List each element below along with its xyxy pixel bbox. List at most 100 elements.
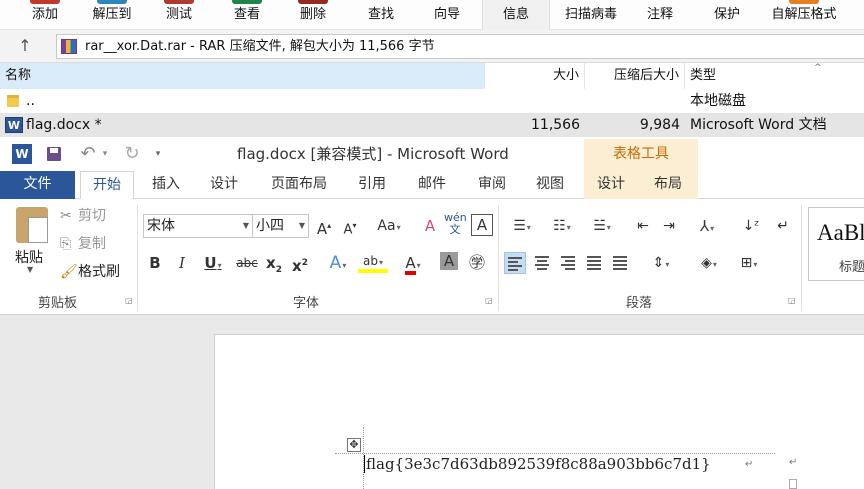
character-border-icon[interactable]: A (471, 214, 493, 236)
tab-design[interactable]: 设计 (200, 171, 248, 199)
rar-sfx-button[interactable]: 自解压格式 (764, 0, 844, 30)
format-painter-button[interactable]: 🖌格式刷 (60, 262, 120, 282)
undo-icon[interactable]: ↶ (78, 144, 98, 164)
rar-extract-button[interactable]: 解压到 (86, 0, 138, 30)
rar-view-button[interactable]: 查看 (224, 0, 270, 30)
table-tools-context-label: 表格工具 (584, 139, 698, 171)
tab-mailings[interactable]: 邮件 (408, 171, 456, 199)
clear-formatting-icon[interactable]: A (420, 214, 440, 238)
paste-button[interactable]: 粘贴 (15, 247, 43, 267)
align-center-icon[interactable] (532, 252, 554, 274)
italic-icon[interactable]: I (172, 251, 192, 275)
file-packed-size: 9,984 (639, 117, 680, 133)
change-case-icon[interactable]: Aa (372, 214, 406, 238)
rar-delete-button[interactable]: 删除 (290, 0, 336, 30)
rar-add-button[interactable]: 添加 (22, 0, 68, 30)
rar-path-field[interactable]: rar__xor.Dat.rar - RAR 压缩文件, 解包大小为 11,56… (56, 34, 864, 59)
column-header-name[interactable]: 名称 (0, 63, 485, 89)
multilevel-list-icon[interactable]: ☱ (584, 214, 620, 238)
rar-info-button[interactable]: 信息 (482, 0, 550, 30)
tab-view[interactable]: 视图 (526, 171, 574, 199)
tab-review[interactable]: 审阅 (468, 171, 516, 199)
line-spacing-icon[interactable]: ⇕ (644, 251, 678, 275)
tab-file[interactable]: 文件 (0, 171, 75, 199)
tab-table-design[interactable]: 设计 (584, 171, 638, 199)
word-document-icon: W (5, 117, 23, 133)
superscript-icon[interactable]: x2 (290, 251, 310, 275)
style-preview: AaBl (817, 220, 864, 245)
underline-icon[interactable]: U (198, 251, 228, 275)
strikethrough-icon[interactable]: abc (234, 251, 260, 275)
chevron-down-icon[interactable]: ▼ (27, 265, 33, 274)
table-move-handle-icon[interactable]: ✥ (347, 438, 361, 452)
document-page[interactable]: ✥ flag{3e3c7d63db892539f8c88a903bb6c7d1}… (214, 334, 864, 489)
justify-icon[interactable] (584, 252, 606, 274)
sfx-icon (789, 0, 819, 4)
highlight-icon[interactable]: ab (358, 251, 388, 273)
delete-icon (298, 0, 328, 4)
list-item-flag-docx[interactable]: W flag.docx * 11,566 9,984 Microsoft Wor… (0, 113, 864, 137)
extract-icon (97, 0, 127, 4)
rar-protect-button[interactable]: 保护 (706, 0, 748, 30)
show-marks-icon[interactable]: ↵ (772, 214, 794, 238)
redo-icon[interactable]: ↻ (122, 144, 142, 164)
font-color-icon[interactable]: A (398, 251, 428, 275)
sort-icon[interactable]: ↓ᶻ (740, 214, 762, 238)
list-item-parent-folder[interactable]: .. 本地磁盘 (0, 89, 864, 113)
text-effects-icon[interactable]: A (322, 251, 354, 275)
shrink-font-icon[interactable]: A▾ (340, 214, 360, 238)
rar-test-button[interactable]: 测试 (156, 0, 202, 30)
style-gallery-item[interactable]: AaBl 标题 (808, 207, 864, 281)
group-divider (137, 205, 138, 311)
save-icon[interactable] (44, 144, 64, 164)
font-size-select[interactable]: 小四 ▼ (253, 214, 309, 238)
bold-icon[interactable]: B (145, 251, 165, 275)
word-app-icon[interactable]: W (12, 144, 32, 164)
group-label-paragraph: 段落 (626, 296, 653, 311)
rar-comment-button[interactable]: 注释 (640, 0, 680, 30)
grow-font-icon[interactable]: A▴ (314, 214, 334, 238)
rar-list-header: 名称 大小 压缩后大小 类型 ^ (0, 63, 864, 89)
numbering-icon[interactable]: ☷ (544, 214, 580, 238)
rar-wizard-button[interactable]: 向导 (424, 0, 470, 30)
distribute-icon[interactable] (610, 252, 632, 274)
paste-icon[interactable] (16, 207, 48, 243)
dialog-launcher-icon[interactable]: ◲ (125, 297, 133, 305)
column-header-type[interactable]: 类型 (685, 63, 864, 89)
copy-button[interactable]: ⎘ 复制 (60, 234, 106, 254)
align-right-icon[interactable] (558, 252, 580, 274)
rar-scan-virus-button[interactable]: 扫描病毒 (560, 0, 622, 30)
rar-find-button[interactable]: 查找 (358, 0, 404, 30)
subscript-icon[interactable]: x2 (264, 251, 284, 275)
cut-button[interactable]: ✂ 剪切 (60, 206, 106, 226)
tab-insert[interactable]: 插入 (140, 171, 192, 199)
enclose-characters-icon[interactable]: ㊫ (466, 251, 488, 275)
column-header-packed[interactable]: 压缩后大小 (585, 63, 685, 89)
chevron-down-icon[interactable]: ▾ (100, 144, 110, 164)
character-shading-icon[interactable]: A (440, 252, 458, 270)
column-header-size[interactable]: 大小 (485, 63, 585, 89)
ribbon-tabs: 文件 开始 插入 设计 页面布局 引用 邮件 审阅 视图 设计 布局 (0, 171, 864, 200)
up-arrow-icon[interactable]: ↑ (14, 35, 36, 57)
borders-icon[interactable]: ⊞ (732, 251, 766, 275)
file-type: Microsoft Word 文档 (690, 117, 827, 133)
font-name-select[interactable]: 宋体 ▼ (143, 214, 253, 238)
phonetic-guide-icon[interactable]: wén 文 (444, 212, 467, 236)
dialog-launcher-icon[interactable]: ◲ (485, 297, 493, 305)
document-text[interactable]: flag{3e3c7d63db892539f8c88a903bb6c7d1} (364, 455, 711, 473)
asian-layout-icon[interactable]: ⅄ (690, 214, 724, 238)
chevron-down-icon: ▼ (242, 221, 249, 230)
shading-bucket-icon[interactable]: ◈ (692, 251, 726, 275)
customize-qat-icon[interactable]: ▾ (152, 144, 164, 164)
tab-home[interactable]: 开始 (80, 171, 134, 200)
tab-references[interactable]: 引用 (348, 171, 396, 199)
file-name: .. (26, 93, 35, 109)
increase-indent-icon[interactable]: ⇥ (658, 214, 680, 238)
align-left-icon[interactable] (504, 252, 526, 274)
row-end-mark (789, 479, 797, 489)
dialog-launcher-icon[interactable]: ◲ (788, 297, 796, 305)
decrease-indent-icon[interactable]: ⇤ (632, 214, 654, 238)
tab-page-layout[interactable]: 页面布局 (258, 171, 340, 199)
bullets-icon[interactable]: ☰ (504, 214, 540, 238)
tab-table-layout[interactable]: 布局 (638, 171, 698, 199)
